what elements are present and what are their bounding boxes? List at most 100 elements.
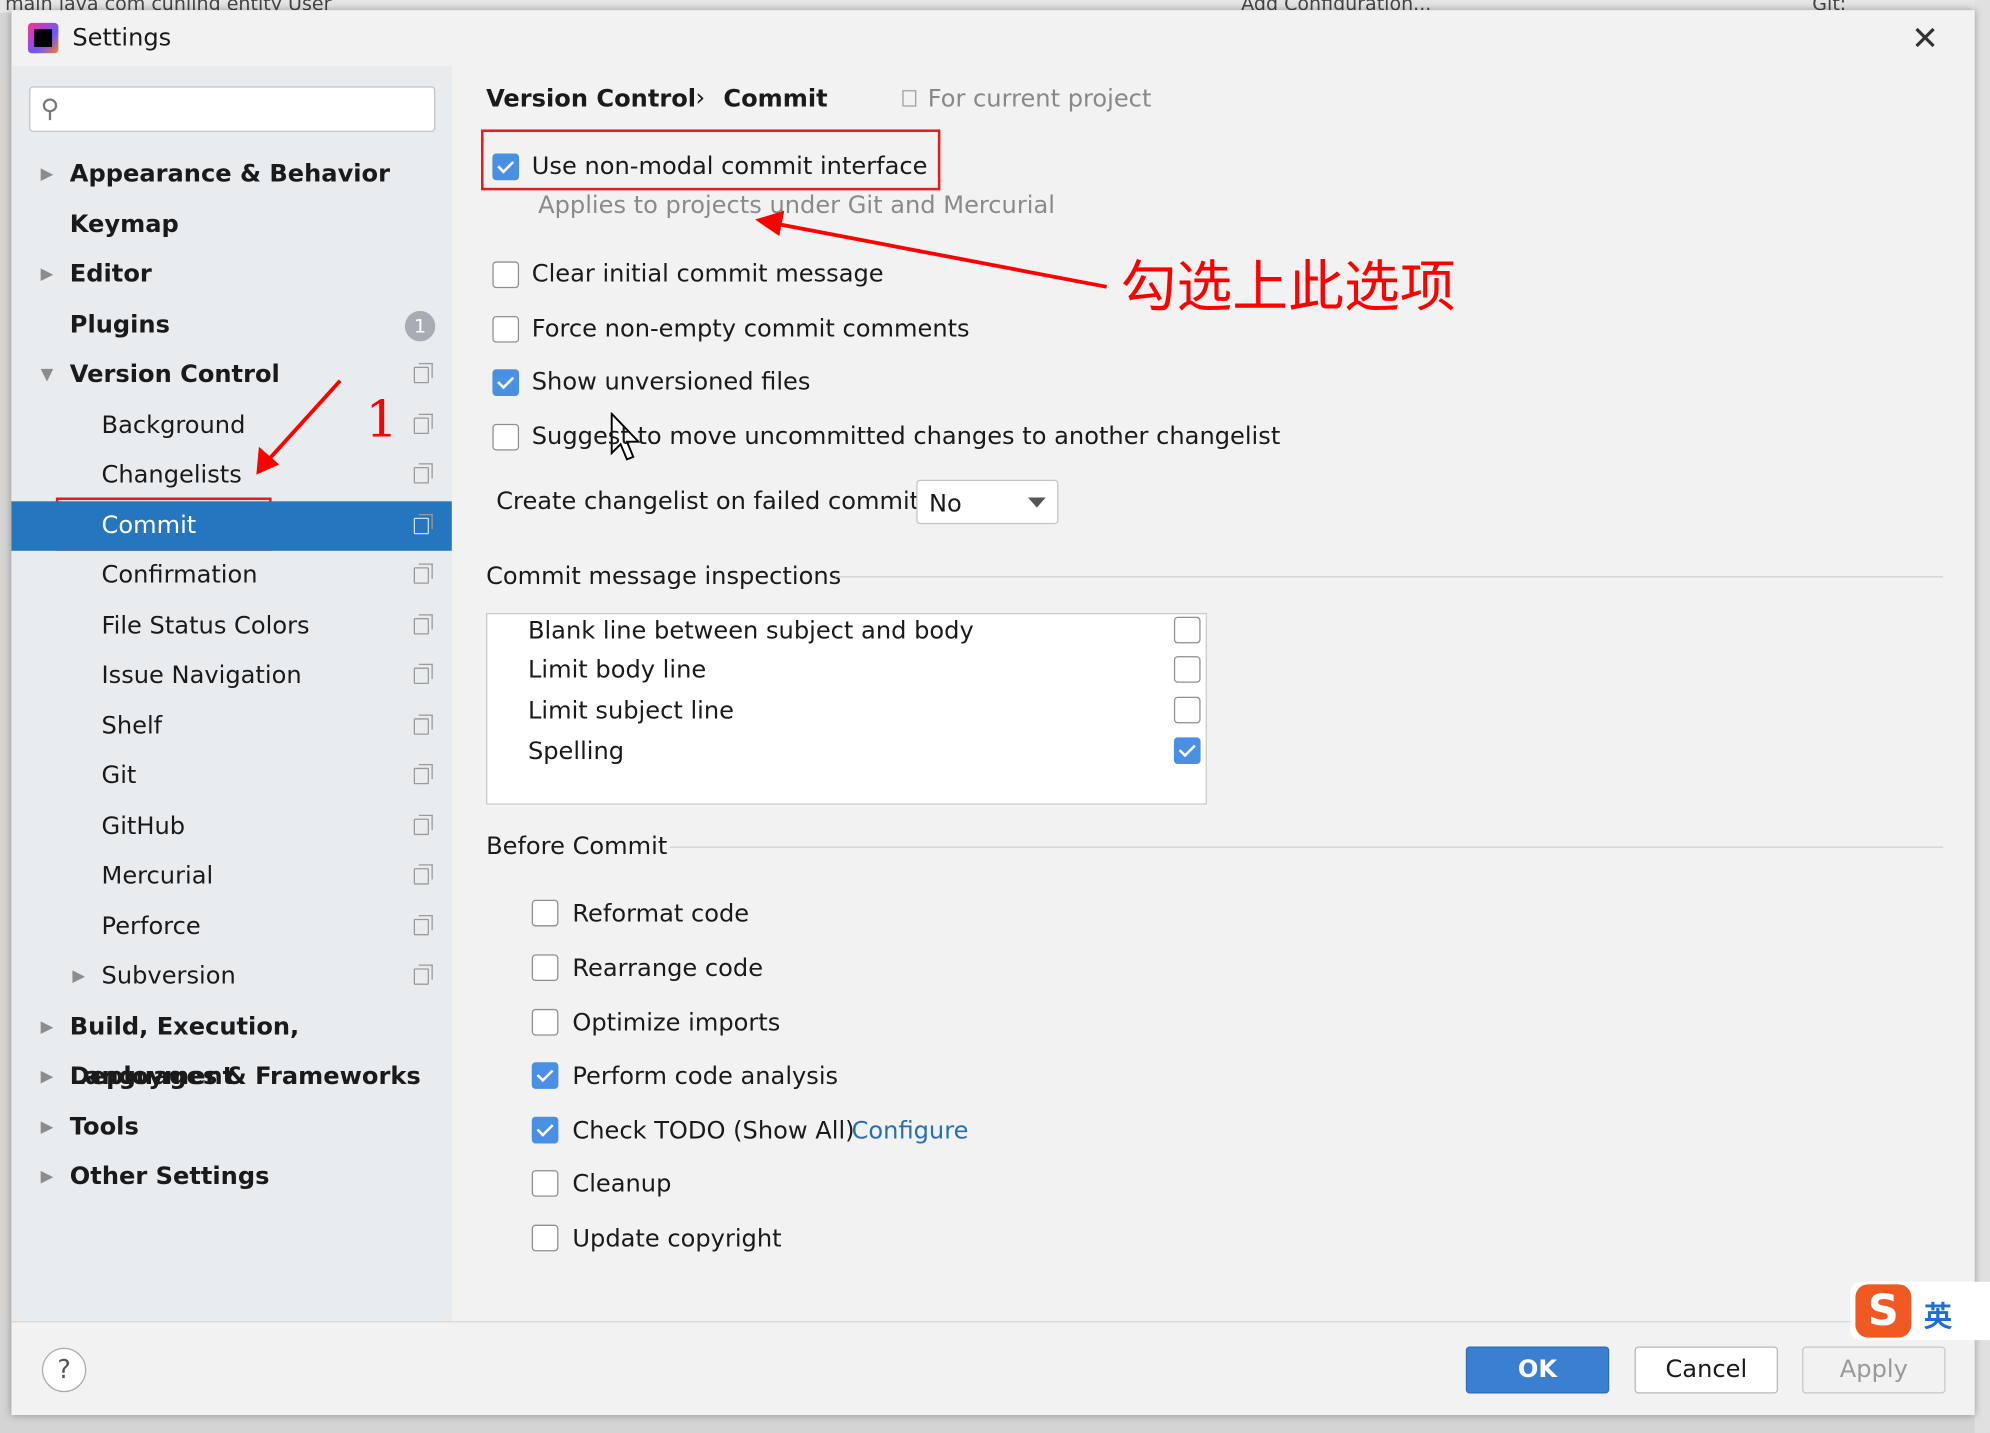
option-label[interactable]: Clear initial commit message xyxy=(532,259,884,289)
tree-item-version-control[interactable]: Version Control ▼ xyxy=(11,350,451,399)
tree-item-label: Keymap xyxy=(69,210,179,238)
collapsed-arrow-icon[interactable]: ▶ xyxy=(41,1002,54,1051)
option-label[interactable]: Force non-empty commit comments xyxy=(532,313,970,343)
tree-item-subversion[interactable]: Subversion ▶ xyxy=(11,952,451,1001)
tree-item-commit[interactable]: Commit xyxy=(11,500,452,551)
tree-item-label: Subversion xyxy=(101,961,236,990)
tree-item-git[interactable]: Git xyxy=(11,751,451,800)
option-label[interactable]: Suggest to move uncommitted changes to a… xyxy=(532,421,1281,451)
tree-item-label: Perforce xyxy=(101,911,201,940)
tree-item-label: Background xyxy=(101,410,246,439)
option-label[interactable]: Use non-modal commit interface xyxy=(532,151,928,181)
project-level-icon xyxy=(413,513,433,534)
collapsed-arrow-icon[interactable]: ▶ xyxy=(41,1102,54,1151)
inspection-label: Blank line between subject and body xyxy=(527,616,974,645)
option-checkbox[interactable] xyxy=(492,423,520,451)
inspection-label: Limit subject line xyxy=(527,696,734,725)
project-level-icon xyxy=(413,914,433,935)
tree-item-label: GitHub xyxy=(101,811,186,840)
before-commit-checkbox[interactable] xyxy=(531,1224,559,1252)
before-commit-label[interactable]: Check TODO (Show All) xyxy=(572,1116,854,1146)
collapsed-arrow-icon[interactable]: ▶ xyxy=(72,952,85,1001)
option-checkbox[interactable] xyxy=(492,153,520,181)
project-level-icon xyxy=(413,864,433,885)
project-level-icon xyxy=(413,763,433,785)
tree-item-github[interactable]: GitHub xyxy=(11,801,451,850)
tree-item-label: Mercurial xyxy=(101,861,214,890)
tree-item-label: Issue Navigation xyxy=(101,661,302,690)
collapsed-arrow-icon[interactable]: ▶ xyxy=(41,250,54,299)
tree-item-label: Version Control xyxy=(69,360,280,389)
before-commit-checkbox[interactable] xyxy=(531,899,559,927)
tree-item-label: Appearance & Behavior xyxy=(69,159,391,188)
ime-toolbar[interactable]: S 英 xyxy=(1850,1281,1990,1341)
project-level-icon xyxy=(413,463,433,484)
tree-item-tools[interactable]: Tools ▶ xyxy=(11,1102,451,1151)
before-commit-checkbox[interactable] xyxy=(531,1116,559,1144)
tree-item-label: Languages & Frameworks xyxy=(69,1062,421,1091)
tree-item-label: Changelists xyxy=(101,460,242,489)
project-level-icon xyxy=(413,814,433,835)
inspection-checkbox[interactable] xyxy=(1173,696,1201,724)
project-level-icon xyxy=(413,362,433,384)
tree-item-label: Confirmation xyxy=(101,560,258,589)
tree-item-shelf[interactable]: Shelf xyxy=(11,701,451,750)
tree-item-appearance-behavior[interactable]: Appearance & Behavior ▶ xyxy=(11,150,451,199)
annotation-note: 勾选上此选项 xyxy=(1120,255,1456,320)
tree-item-plugins[interactable]: Plugins 1 xyxy=(11,300,451,349)
tree-item-background[interactable]: Background xyxy=(11,400,451,449)
tree-item-label: File Status Colors xyxy=(101,611,310,639)
tree-item-editor[interactable]: Editor ▶ xyxy=(11,250,451,299)
tree-item-perforce[interactable]: Perforce xyxy=(11,902,451,951)
tree-item-keymap[interactable]: Keymap xyxy=(11,200,451,249)
project-level-icon xyxy=(413,663,433,685)
inspection-label: Spelling xyxy=(527,737,625,766)
collapsed-arrow-icon[interactable]: ▶ xyxy=(41,1052,54,1101)
inspection-checkbox[interactable] xyxy=(1173,656,1201,683)
project-level-icon xyxy=(413,613,433,634)
tree-item-languages-frameworks[interactable]: Languages & Frameworks ▶ xyxy=(11,1052,451,1101)
before-commit-label[interactable]: Cleanup xyxy=(572,1169,671,1199)
tree-item-label: Plugins xyxy=(69,310,170,339)
option-checkbox[interactable] xyxy=(492,261,520,289)
before-commit-label[interactable]: Perform code analysis xyxy=(572,1061,838,1091)
tree-item-issue-navigation[interactable]: Issue Navigation xyxy=(11,651,451,700)
project-level-icon xyxy=(413,563,433,584)
tree-item-label: Other Settings xyxy=(69,1162,270,1191)
before-commit-checkbox[interactable] xyxy=(531,1062,559,1089)
tree-item-label: Editor xyxy=(69,260,152,289)
before-commit-label[interactable]: Rearrange code xyxy=(572,953,763,983)
tree-item-label: Shelf xyxy=(101,711,163,740)
collapsed-arrow-icon[interactable]: ▶ xyxy=(41,150,54,199)
tree-item-build-execution-deployment[interactable]: Build, Execution, Deployment ▶ xyxy=(11,1002,451,1089)
tree-item-label: Tools xyxy=(69,1112,139,1141)
project-level-icon xyxy=(413,964,433,985)
tree-item-file-status-colors[interactable]: File Status Colors xyxy=(11,601,451,650)
project-level-icon xyxy=(413,413,433,434)
tree-item-other-settings[interactable]: Other Settings ▶ xyxy=(11,1152,451,1201)
before-commit-checkbox[interactable] xyxy=(531,954,559,982)
tree-item-mercurial[interactable]: Mercurial xyxy=(11,852,451,901)
inspection-checkbox[interactable] xyxy=(1173,737,1201,764)
expanded-arrow-icon[interactable]: ▼ xyxy=(41,350,54,399)
before-commit-label[interactable]: Reformat code xyxy=(572,899,749,929)
project-level-icon xyxy=(413,713,433,735)
option-checkbox[interactable] xyxy=(492,316,520,343)
tree-item-label: Git xyxy=(101,761,137,790)
tree-item-changelists[interactable]: Changelists xyxy=(11,451,451,500)
arrowhead xyxy=(755,210,785,237)
update-count-badge: 1 xyxy=(404,310,436,341)
before-commit-label[interactable]: Update copyright xyxy=(572,1223,781,1253)
inspection-label: Limit body line xyxy=(527,656,707,685)
sogou-logo-icon: S xyxy=(1855,1284,1912,1338)
configure-link[interactable]: Configure xyxy=(852,1116,969,1146)
before-commit-checkbox[interactable] xyxy=(531,1170,559,1197)
option-checkbox[interactable] xyxy=(492,369,520,396)
inspection-checkbox[interactable] xyxy=(1173,616,1201,644)
tree-item-confirmation[interactable]: Confirmation xyxy=(11,551,451,600)
ime-mode[interactable]: 英 xyxy=(1924,1294,1952,1335)
before-commit-checkbox[interactable] xyxy=(531,1008,559,1036)
before-commit-label[interactable]: Optimize imports xyxy=(572,1008,780,1038)
option-label[interactable]: Show unversioned files xyxy=(532,367,811,397)
collapsed-arrow-icon[interactable]: ▶ xyxy=(41,1152,54,1201)
